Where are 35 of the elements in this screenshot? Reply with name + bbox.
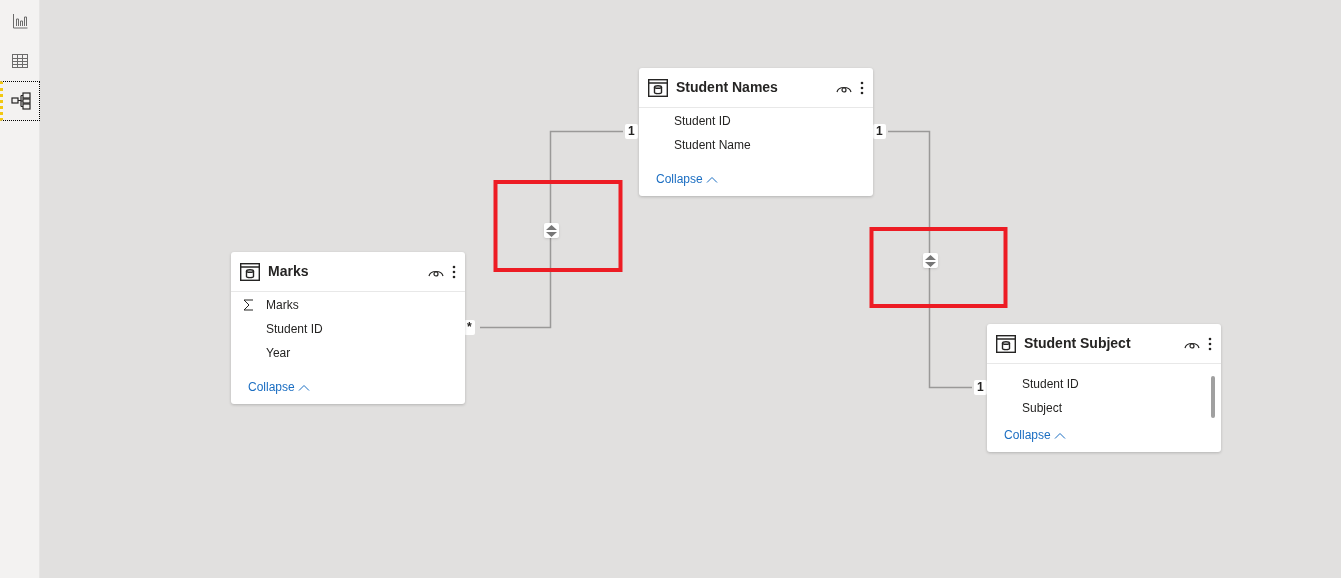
table-card[interactable]: Student Subject Student ID Subject Collapse xyxy=(987,324,1221,452)
table-card[interactable]: Marks Marks Student ID Year Collapse xyxy=(231,252,465,404)
relationship-line[interactable] xyxy=(887,130,973,389)
field-name[interactable]: Marks xyxy=(266,296,299,314)
field-name[interactable]: Student ID xyxy=(1022,375,1079,393)
field-name[interactable]: Subject xyxy=(1022,399,1063,417)
field-name[interactable]: Student Name xyxy=(674,136,751,154)
model-diagram-icon xyxy=(10,92,31,110)
filter-direction-icon[interactable] xyxy=(544,223,559,238)
table-title: Student Names xyxy=(676,78,779,97)
table-icon xyxy=(996,334,1016,353)
collapse-link[interactable]: Collapse xyxy=(231,378,465,404)
more-options-icon[interactable] xyxy=(452,264,456,279)
sigma-icon xyxy=(243,299,254,311)
field-name[interactable]: Year xyxy=(266,344,291,362)
table-icon xyxy=(240,262,260,281)
cardinality-label: 1 xyxy=(974,380,987,395)
relationship-line[interactable] xyxy=(479,130,624,329)
collapse-link[interactable]: Collapse xyxy=(639,170,873,196)
field-name[interactable]: Student ID xyxy=(266,320,323,338)
table-icon xyxy=(648,78,668,97)
more-options-icon[interactable] xyxy=(1208,336,1212,351)
bar-chart-icon xyxy=(11,13,28,29)
cardinality-label: 1 xyxy=(873,124,886,139)
view-tab[interactable] xyxy=(0,81,40,121)
table-grid-icon xyxy=(11,54,28,68)
table-title: Student Subject xyxy=(1024,334,1132,353)
scrollbar[interactable] xyxy=(1211,376,1215,418)
table-card[interactable]: Student Names Student ID Student Name Collapse xyxy=(639,68,873,196)
filter-direction-icon[interactable] xyxy=(923,253,938,268)
table-title: Marks xyxy=(268,262,310,281)
field-name[interactable]: Student ID xyxy=(674,112,731,130)
cardinality-label: 1 xyxy=(625,124,638,139)
collapse-link[interactable]: Collapse xyxy=(987,426,1221,452)
more-options-icon[interactable] xyxy=(860,80,864,95)
